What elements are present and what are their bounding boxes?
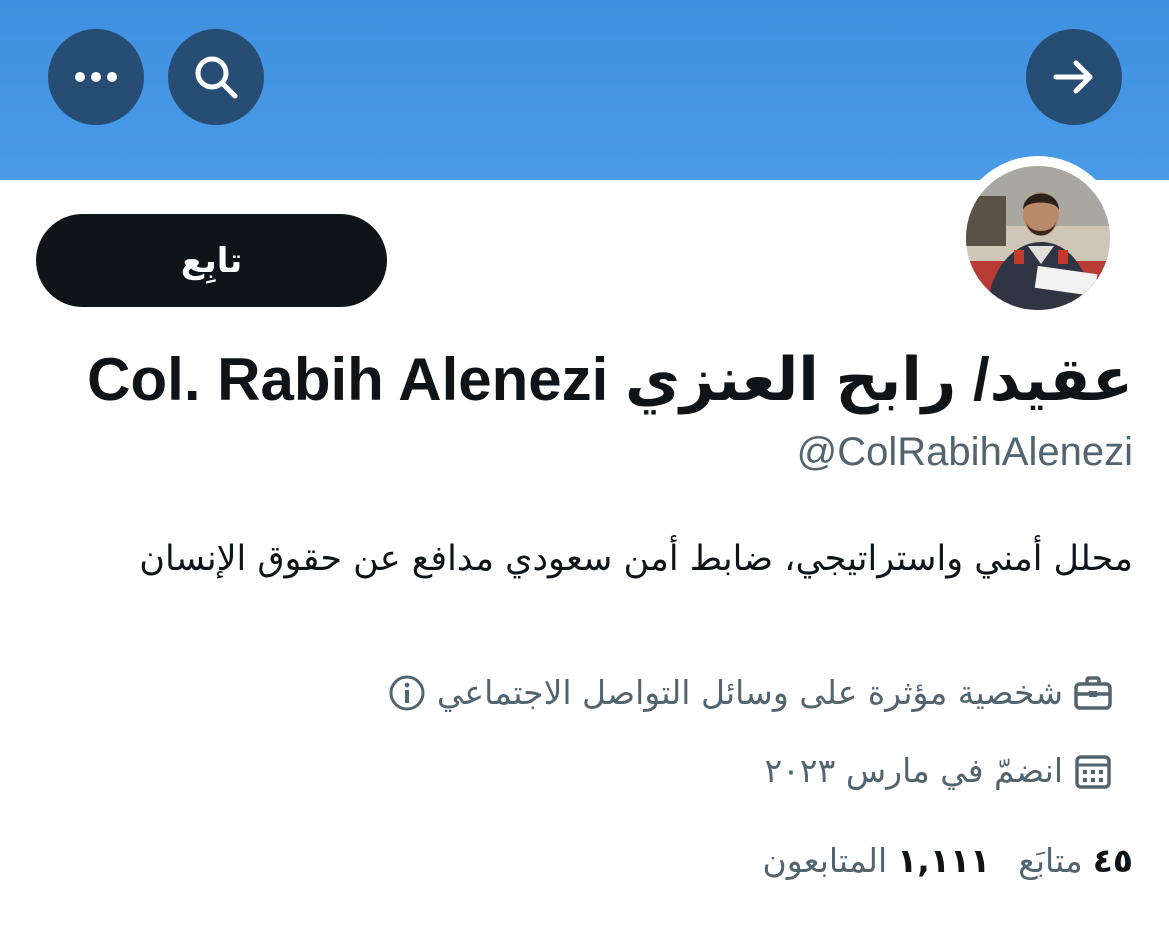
profile-category: شخصية مؤثرة على وسائل التواصل الاجتماعي — [387, 668, 1113, 718]
category-label: شخصية مؤثرة على وسائل التواصل الاجتماعي — [436, 673, 1063, 712]
info-icon[interactable] — [387, 673, 427, 713]
followers-stat[interactable]: ١,١١١ المتابعون — [762, 836, 990, 886]
back-button[interactable] — [1026, 29, 1122, 125]
following-count: ٤٥ — [1092, 841, 1133, 880]
briefcase-icon — [1073, 673, 1113, 713]
follow-stats: ٤٥ متابَع ١,١١١ المتابعون — [762, 836, 1133, 886]
avatar-photo — [966, 166, 1110, 310]
followers-label: المتابعون — [762, 841, 888, 880]
search-icon — [195, 56, 238, 99]
follow-button[interactable]: تابِع — [36, 214, 387, 307]
followers-count: ١,١١١ — [897, 841, 991, 880]
user-handle: @ColRabihAlenezi — [796, 430, 1133, 474]
arrow-right-icon — [1053, 60, 1093, 94]
following-label: متابَع — [1018, 841, 1083, 880]
join-date: انضمّ في مارس ٢٠٢٣ — [764, 746, 1113, 796]
following-stat[interactable]: ٤٥ متابَع — [1018, 836, 1133, 886]
avatar[interactable] — [966, 166, 1110, 310]
more-horizontal-icon — [75, 72, 117, 82]
search-button[interactable] — [168, 29, 264, 125]
more-button[interactable] — [48, 29, 144, 125]
follow-button-label: تابِع — [180, 240, 243, 281]
profile-bio: محلل أمني واستراتيجي، ضابط أمن سعودي مدا… — [139, 539, 1133, 579]
display-name: عقيد/ رابح العنزي Col. Rabih Alenezi — [87, 346, 1133, 413]
join-date-label: انضمّ في مارس ٢٠٢٣ — [764, 751, 1063, 790]
calendar-icon — [1073, 751, 1113, 791]
